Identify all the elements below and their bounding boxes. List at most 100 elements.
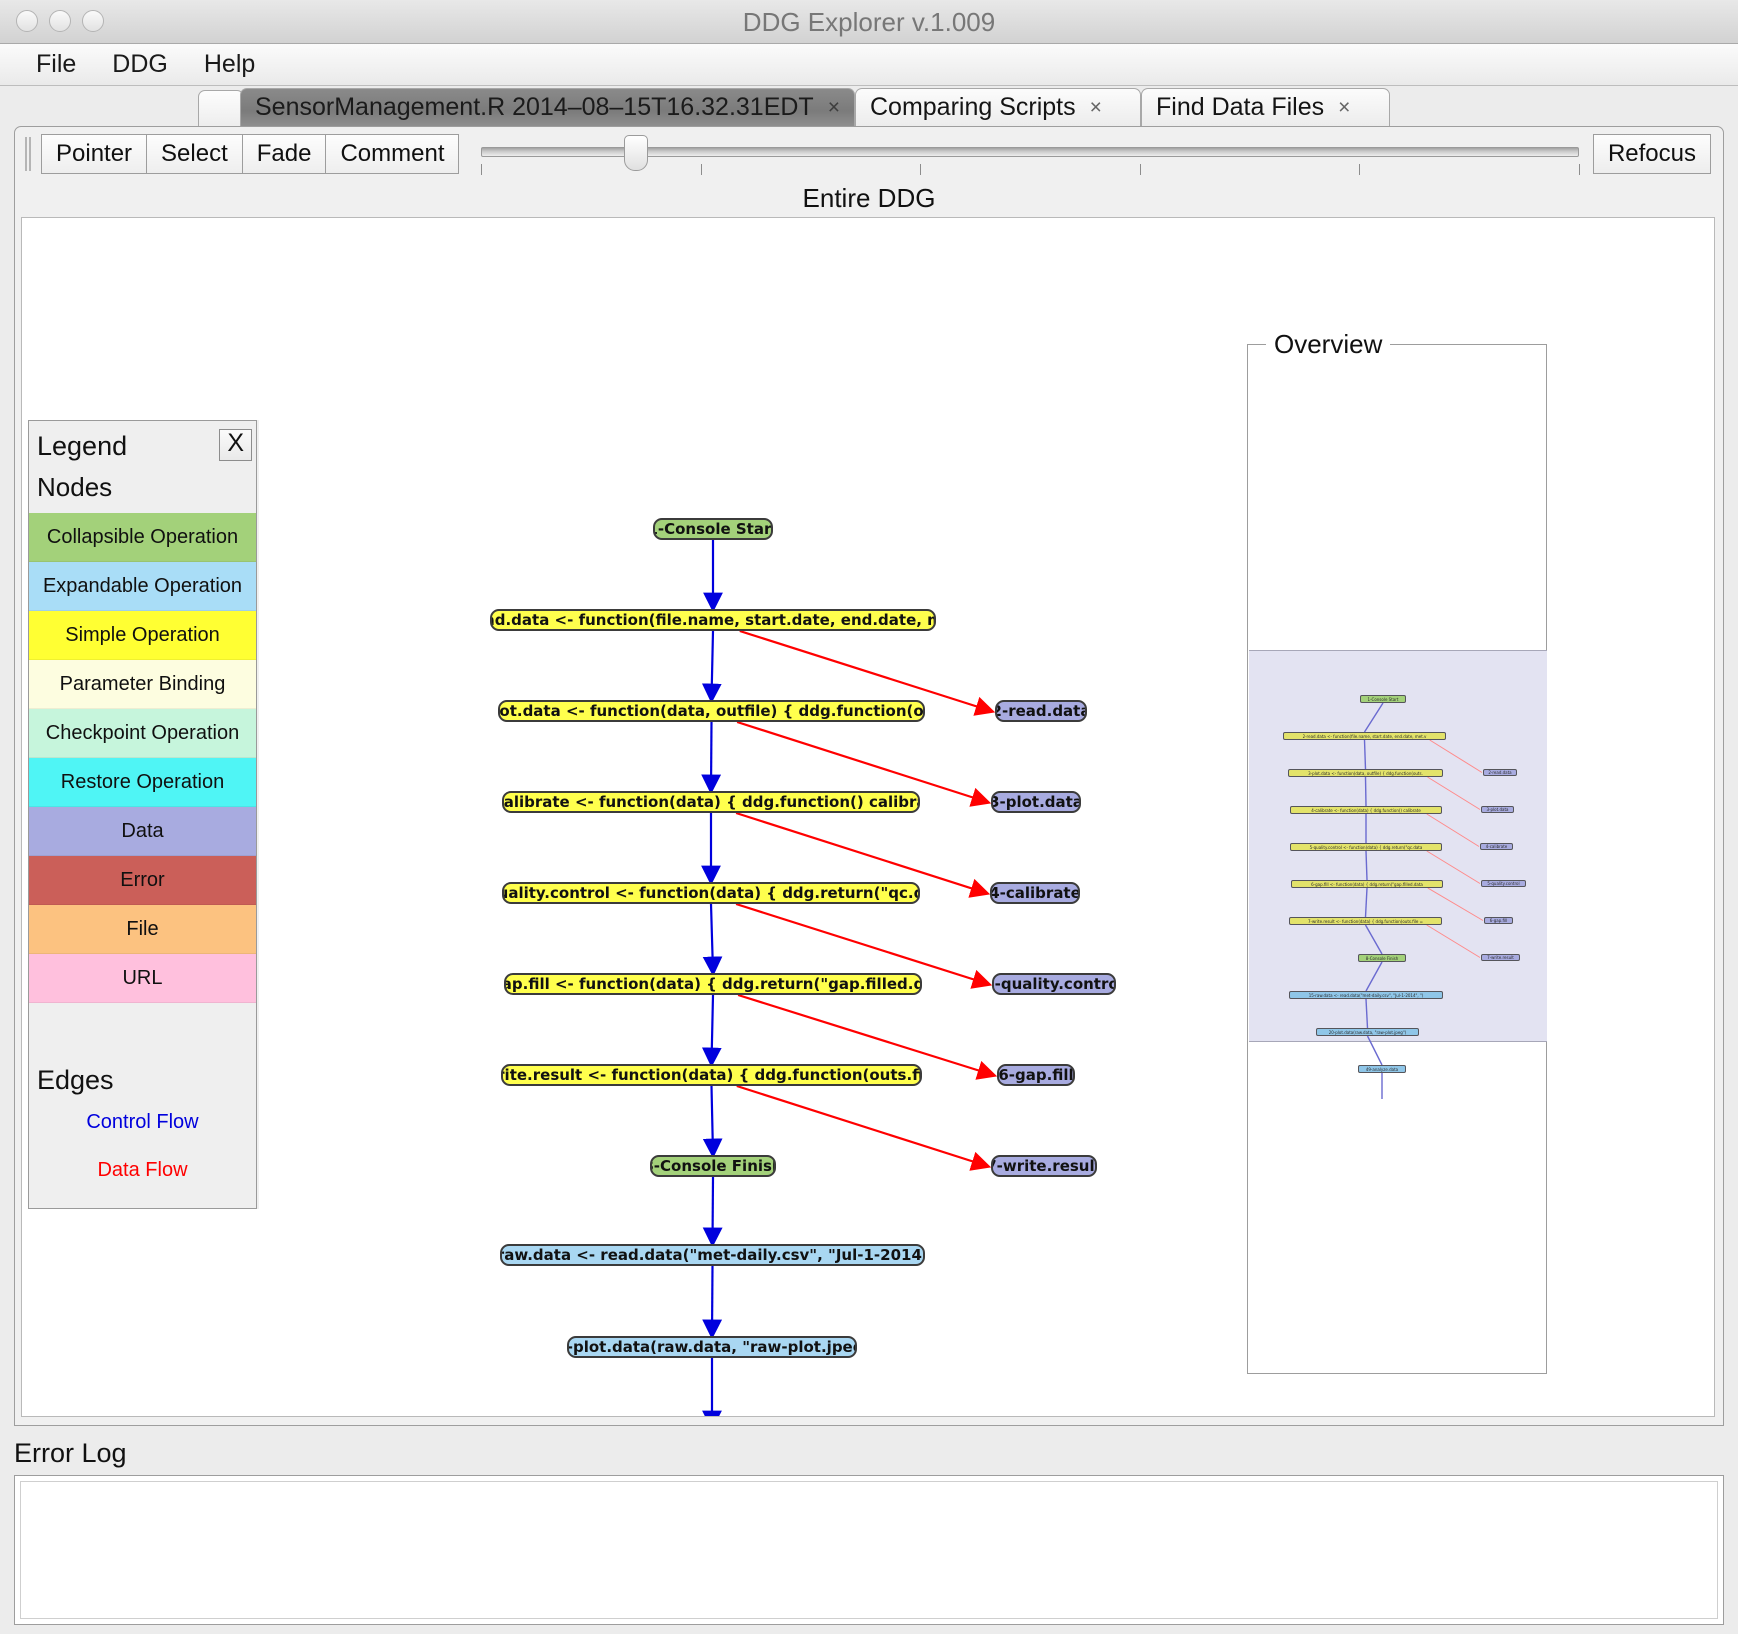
- legend-node-label: File: [126, 918, 159, 940]
- graph-node-n15[interactable]: 15-raw.data <- read.data("met-daily.csv"…: [500, 1244, 925, 1266]
- tool-mode-button-group: Pointer Select Fade Comment: [41, 134, 460, 174]
- graph-title: Entire DDG: [802, 183, 936, 213]
- overview-node-label: 3-plot.data <- function(data, outfile) {…: [1308, 770, 1423, 776]
- data-flow-edge: [736, 1084, 992, 1171]
- control-flow-edge: [701, 630, 722, 704]
- graph-node-label: 8-Console Finish: [650, 1156, 776, 1175]
- legend-node-label: Restore Operation: [60, 771, 225, 793]
- graph-node-n3[interactable]: 3-plot.data <- function(data, outfile) {…: [498, 700, 925, 722]
- control-flow-edge: [701, 994, 722, 1068]
- legend-close-button[interactable]: X: [219, 429, 252, 461]
- graph-node-d6[interactable]: 6-gap.fill: [997, 1064, 1075, 1086]
- graph-node-label: 20-plot.data(raw.data, "raw-plot.jpeg"): [567, 1337, 855, 1356]
- graph-node-label: 6-gap.fill: [998, 1065, 1074, 1084]
- graph-node-n2[interactable]: 2-read.data <- function(file.name, start…: [490, 609, 936, 631]
- close-icon[interactable]: ×: [1090, 96, 1102, 120]
- menu-bar: File DDG Help: [0, 44, 1738, 86]
- graph-node-n4[interactable]: 4-calibrate <- function(data) { ddg.func…: [502, 791, 920, 813]
- graph-node-label: 2-read.data: [995, 701, 1087, 720]
- graph-toolbar: Pointer Select Fade Comment Refocus: [15, 127, 1723, 181]
- graph-node-n5[interactable]: 5-quality.control <- function(data) { dd…: [502, 882, 920, 904]
- overview-node-label: 7-write.result <- function(data) { ddg.f…: [1308, 918, 1423, 924]
- graph-canvas[interactable]: 1-Console Start 2-read.data <- function(f…: [21, 217, 1715, 1417]
- graph-node-d4[interactable]: 4-calibrate: [990, 882, 1080, 904]
- overview-node-label: 49-analyze.data: [1365, 1066, 1399, 1072]
- overview-node-label: 1-Console Start: [1367, 696, 1399, 702]
- legend-node-item: URL: [29, 954, 256, 1003]
- legend-node-item: Checkpoint Operation: [29, 709, 256, 758]
- graph-node-n8[interactable]: 8-Console Finish: [650, 1155, 776, 1177]
- slider-ticks: [481, 164, 1580, 176]
- legend-nodes-heading: Nodes: [37, 472, 113, 502]
- select-button[interactable]: Select: [146, 134, 242, 174]
- refocus-button[interactable]: Refocus: [1592, 134, 1711, 174]
- overview-node: 3-plot.data: [1481, 806, 1514, 813]
- legend-node-list: Collapsible Operation Expandable Operatio…: [29, 513, 256, 1003]
- graph-node-d3[interactable]: 3-plot.data: [991, 791, 1081, 813]
- overview-node: 2-read.data <- function(file.name, start…: [1283, 732, 1446, 740]
- close-icon[interactable]: ×: [1338, 96, 1350, 120]
- legend-node-label: Expandable Operation: [42, 575, 243, 597]
- overview-node-label: 3-plot.data: [1486, 807, 1509, 812]
- legend-node-label: Checkpoint Operation: [45, 722, 240, 744]
- data-flow-edge: [739, 629, 996, 716]
- overview-node-label: 20-plot.data(raw.data, "raw-plot.jpeg"): [1328, 1029, 1407, 1035]
- data-flow-edge: [737, 993, 998, 1080]
- fade-button[interactable]: Fade: [241, 134, 326, 174]
- tab-sensor-management[interactable]: SensorManagement.R 2014–08–15T16.32.31ED…: [240, 88, 855, 126]
- legend-edge-item: Data Flow: [29, 1146, 256, 1194]
- legend-node-label: Parameter Binding: [59, 673, 226, 695]
- tab-find-data-files[interactable]: Find Data Files ×: [1141, 88, 1390, 126]
- overview-node-label: 8-Console Finish: [1365, 955, 1399, 961]
- graph-node-label: 6-gap.fill <- function(data) { ddg.retur…: [506, 974, 920, 993]
- legend-panel: Legend X Nodes Collapsible Operation Expa…: [28, 420, 257, 1209]
- tab-comparing-scripts[interactable]: Comparing Scripts ×: [855, 88, 1141, 126]
- legend-node-item: File: [29, 905, 256, 954]
- tab-leading-nub: [198, 90, 244, 127]
- graph-node-d5[interactable]: 5-quality.control: [992, 973, 1116, 995]
- graph-node-d2[interactable]: 2-read.data: [995, 700, 1087, 722]
- legend-edge-label: Control Flow: [86, 1111, 199, 1133]
- overview-node: 2-read.data: [1483, 769, 1517, 776]
- graph-node-n7[interactable]: 7-write.result <- function(data) { ddg.f…: [501, 1064, 922, 1086]
- zoom-slider[interactable]: [481, 131, 1580, 177]
- error-log-label: Error Log: [14, 1438, 127, 1468]
- overview-node-label: 6-gap.fill: [1489, 918, 1508, 923]
- graph-node-label: 4-calibrate <- function(data) { ddg.func…: [503, 792, 918, 811]
- overview-node: 3-plot.data <- function(data, outfile) {…: [1288, 769, 1443, 777]
- graph-node-n6[interactable]: 6-gap.fill <- function(data) { ddg.retur…: [504, 973, 922, 995]
- graph-node-label: 3-plot.data <- function(data, outfile) {…: [499, 701, 924, 720]
- menu-item-ddg[interactable]: DDG: [94, 48, 186, 81]
- graph-node-label: 7-write.result: [991, 1156, 1097, 1175]
- title-bar: DDG Explorer v.1.009: [0, 0, 1738, 44]
- tab-strip: SensorManagement.R 2014–08–15T16.32.31ED…: [0, 86, 1738, 128]
- overview-node-label: 6-gap.fill <- function(data) { ddg.retur…: [1311, 881, 1423, 887]
- legend-node-label: Collapsible Operation: [46, 526, 239, 548]
- overview-node-label: 5-quality.control: [1487, 881, 1520, 886]
- overview-node: 49-analyze.data: [1358, 1065, 1406, 1073]
- legend-node-label: URL: [122, 967, 163, 989]
- tab-label: Find Data Files: [1156, 93, 1325, 121]
- control-flow-edge: [702, 1085, 723, 1159]
- ddg-explorer-window: DDG Explorer v.1.009 File DDG Help Senso…: [0, 0, 1738, 1634]
- overview-node: 4-calibrate: [1480, 843, 1513, 850]
- overview-node: 4-calibrate <- function(data) { ddg.func…: [1290, 806, 1442, 814]
- toolbar-drag-handle[interactable]: [25, 137, 35, 171]
- graph-node-n20[interactable]: 20-plot.data(raw.data, "raw-plot.jpeg"): [567, 1336, 857, 1358]
- legend-edges-heading: Edges: [37, 1065, 114, 1095]
- comment-button[interactable]: Comment: [325, 134, 460, 174]
- graph-node-n1[interactable]: 1-Console Start: [653, 518, 773, 540]
- close-icon[interactable]: ×: [828, 96, 840, 120]
- menu-item-file[interactable]: File: [18, 48, 94, 81]
- graph-node-label: 1-Console Start: [653, 519, 773, 538]
- pointer-button[interactable]: Pointer: [41, 134, 147, 174]
- overview-node: 7-write.result: [1481, 954, 1520, 961]
- graph-node-label: 7-write.result <- function(data) { ddg.f…: [503, 1065, 922, 1084]
- data-flow-edge: [735, 811, 991, 898]
- error-log-textarea[interactable]: [20, 1481, 1718, 1619]
- menu-item-help[interactable]: Help: [186, 48, 273, 81]
- tab-label: SensorManagement.R 2014–08–15T16.32.31ED…: [255, 93, 814, 121]
- overview-panel[interactable]: 1-Console Start 2-read.data <- function(f…: [1247, 344, 1547, 1374]
- legend-node-item: Data: [29, 807, 256, 856]
- graph-node-d7[interactable]: 7-write.result: [991, 1155, 1097, 1177]
